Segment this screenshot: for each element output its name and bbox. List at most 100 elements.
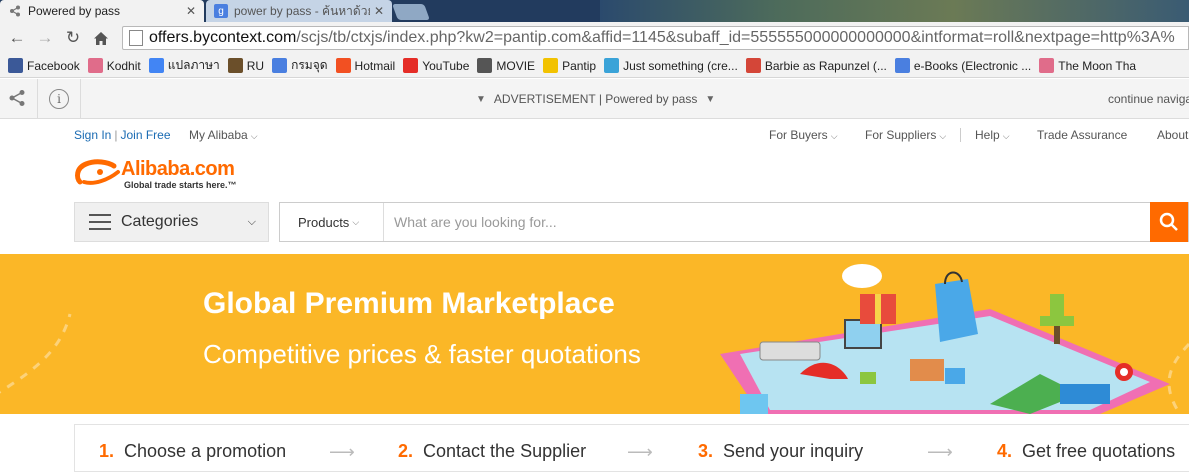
trade-assurance-link[interactable]: Trade Assurance [1037,128,1127,142]
tab-title: Powered by pass [28,4,121,18]
new-tab-button[interactable] [392,4,430,20]
nav-label: For Buyers [769,128,828,142]
for-buyers-menu[interactable]: For Buyers ⌵ [769,128,838,142]
bookmark-item[interactable]: แปลภาษา [148,56,220,75]
bookmark-item[interactable]: RU [227,58,265,73]
url-text: offers.bycontext.com/scjs/tb/ctxjs/index… [149,29,1175,46]
join-free-link[interactable]: Join Free [120,128,170,142]
bookmark-item[interactable]: Barbie as Rapunzel (... [745,58,887,73]
sign-in-link[interactable]: Sign In [74,128,111,142]
about-link[interactable]: About [1157,128,1188,142]
ad-label[interactable]: ▼ ADVERTISEMENT | Powered by pass ▼ [468,92,723,106]
step-contact-supplier: 2. Contact the Supplier [398,441,586,462]
bookmark-item[interactable]: The Moon Tha [1039,58,1136,73]
film-icon [477,58,493,73]
arrow-right-icon: ⟶ [329,442,355,462]
help-menu[interactable]: Help ⌵ [975,128,1010,142]
continue-navigation-link[interactable]: continue navigat [1108,92,1189,106]
chevron-down-icon: ⌵ [250,131,258,141]
banner-illustration [0,264,1189,414]
home-icon[interactable] [90,27,112,49]
bookmark-label: RU [246,58,265,73]
nav-label: For Suppliers [865,128,937,142]
bookmark-item[interactable]: Facebook [8,58,80,73]
divider [37,79,38,119]
search-input[interactable] [384,204,1150,240]
info-icon[interactable]: i [49,89,69,109]
caret-down-icon: ▼ [705,93,716,105]
hamburger-icon [89,214,111,230]
bookmark-label: กรมจุด [291,58,328,72]
steps-bar: 1. Choose a promotion ⟶ 2. Contact the Sup… [74,424,1189,472]
logo-tagline: Global trade starts here.™ [124,180,237,190]
step-get-quotations: 4. Get free quotations [997,441,1175,462]
tab-strip-background [600,0,1189,22]
step-label: Send your inquiry [723,441,864,461]
bookmark-item[interactable]: กรมจุด [272,56,328,75]
search-button[interactable] [1150,202,1188,242]
reload-icon[interactable]: ↻ [62,27,84,49]
bookmark-label: e-Books (Electronic ... [913,58,1032,73]
browser-tab-strip: Powered by pass ✕ g power by pass - ค้นห… [0,0,1189,22]
share-icon [8,4,22,18]
step-number: 2. [398,441,414,461]
logo-wordmark: Alibaba.com [121,158,235,180]
step-number: 4. [997,441,1013,461]
bookmark-item[interactable]: MOVIE [477,58,535,73]
ad-label-text: ADVERTISEMENT | Powered by pass [493,92,698,106]
bookmark-item[interactable]: Pantip [543,58,596,73]
bookmark-label: YouTube [422,58,470,73]
share-icon[interactable] [8,89,26,112]
address-bar[interactable]: offers.bycontext.com/scjs/tb/ctxjs/index… [122,26,1189,50]
categories-dropdown[interactable]: Categories ⌵ [74,202,269,242]
close-tab-icon[interactable]: ✕ [186,4,196,18]
chevron-down-icon: ⌵ [1002,131,1010,141]
chevron-down-icon: ⌵ [247,215,256,228]
alibaba-top-nav: Sign In | Join Free My Alibaba ⌵ For Buyers… [0,120,1189,150]
step-label: Choose a promotion [124,441,287,461]
windows-icon [335,58,351,73]
tab-google-search[interactable]: g power by pass - ค้นหาด้วย G ✕ [206,0,392,22]
chevron-down-icon: ⌵ [352,216,360,227]
alibaba-logo[interactable]: Alibaba.com Global trade starts here.™ [74,156,274,192]
banner-subtitle: Competitive prices & faster quotations [203,339,641,369]
step-send-inquiry: 3. Send your inquiry [698,441,863,462]
browser-toolbar: ← → ↻ offers.bycontext.com/scjs/tb/ctxjs… [0,22,1189,54]
tab-title: power by pass - ค้นหาด้วย G [234,3,370,18]
bookmark-item[interactable]: Just something (cre... [604,58,738,73]
step-number: 1. [99,441,115,461]
bookmark-label: Kodhit [106,58,141,73]
close-tab-icon[interactable]: ✕ [374,4,384,18]
back-arrow-icon[interactable]: ← [6,27,28,49]
step-choose-promotion: 1. Choose a promotion [99,441,286,462]
bookmark-label: Barbie as Rapunzel (... [764,58,887,73]
promo-banner[interactable]: Global Premium Marketplace Competitive p… [0,254,1189,414]
step-label: Contact the Supplier [423,441,587,461]
ru-icon [227,58,243,73]
globe-icon [604,58,620,73]
step-number: 3. [698,441,714,461]
my-alibaba-label: My Alibaba [189,128,248,142]
step-label: Get free quotations [1022,441,1176,461]
search-bar: Products ⌵ [279,202,1189,242]
bookmark-item[interactable]: YouTube [403,58,469,73]
alibaba-smile-icon [75,159,120,185]
bookmark-item[interactable]: e-Books (Electronic ... [894,58,1032,73]
bookmark-label: Just something (cre... [623,58,738,73]
search-scope-select[interactable]: Products ⌵ [280,203,384,241]
bookmark-item[interactable]: Kodhit [87,58,141,73]
tab-powered-by-pass[interactable]: Powered by pass ✕ [0,0,204,22]
my-alibaba-menu[interactable]: My Alibaba ⌵ [189,128,258,142]
search-scope-label: Products [298,214,350,230]
caret-down-icon: ▼ [476,93,486,105]
arrow-right-icon: ⟶ [627,442,653,462]
gmail-icon [745,58,761,73]
forward-arrow-icon[interactable]: → [34,27,56,49]
banner-title: Global Premium Marketplace [203,287,615,320]
google-icon [272,58,288,73]
youtube-icon [403,58,419,73]
bookmark-item[interactable]: Hotmail [335,58,395,73]
for-suppliers-menu[interactable]: For Suppliers ⌵ [865,128,946,142]
page-icon [129,30,143,46]
smiley-icon [543,58,559,73]
